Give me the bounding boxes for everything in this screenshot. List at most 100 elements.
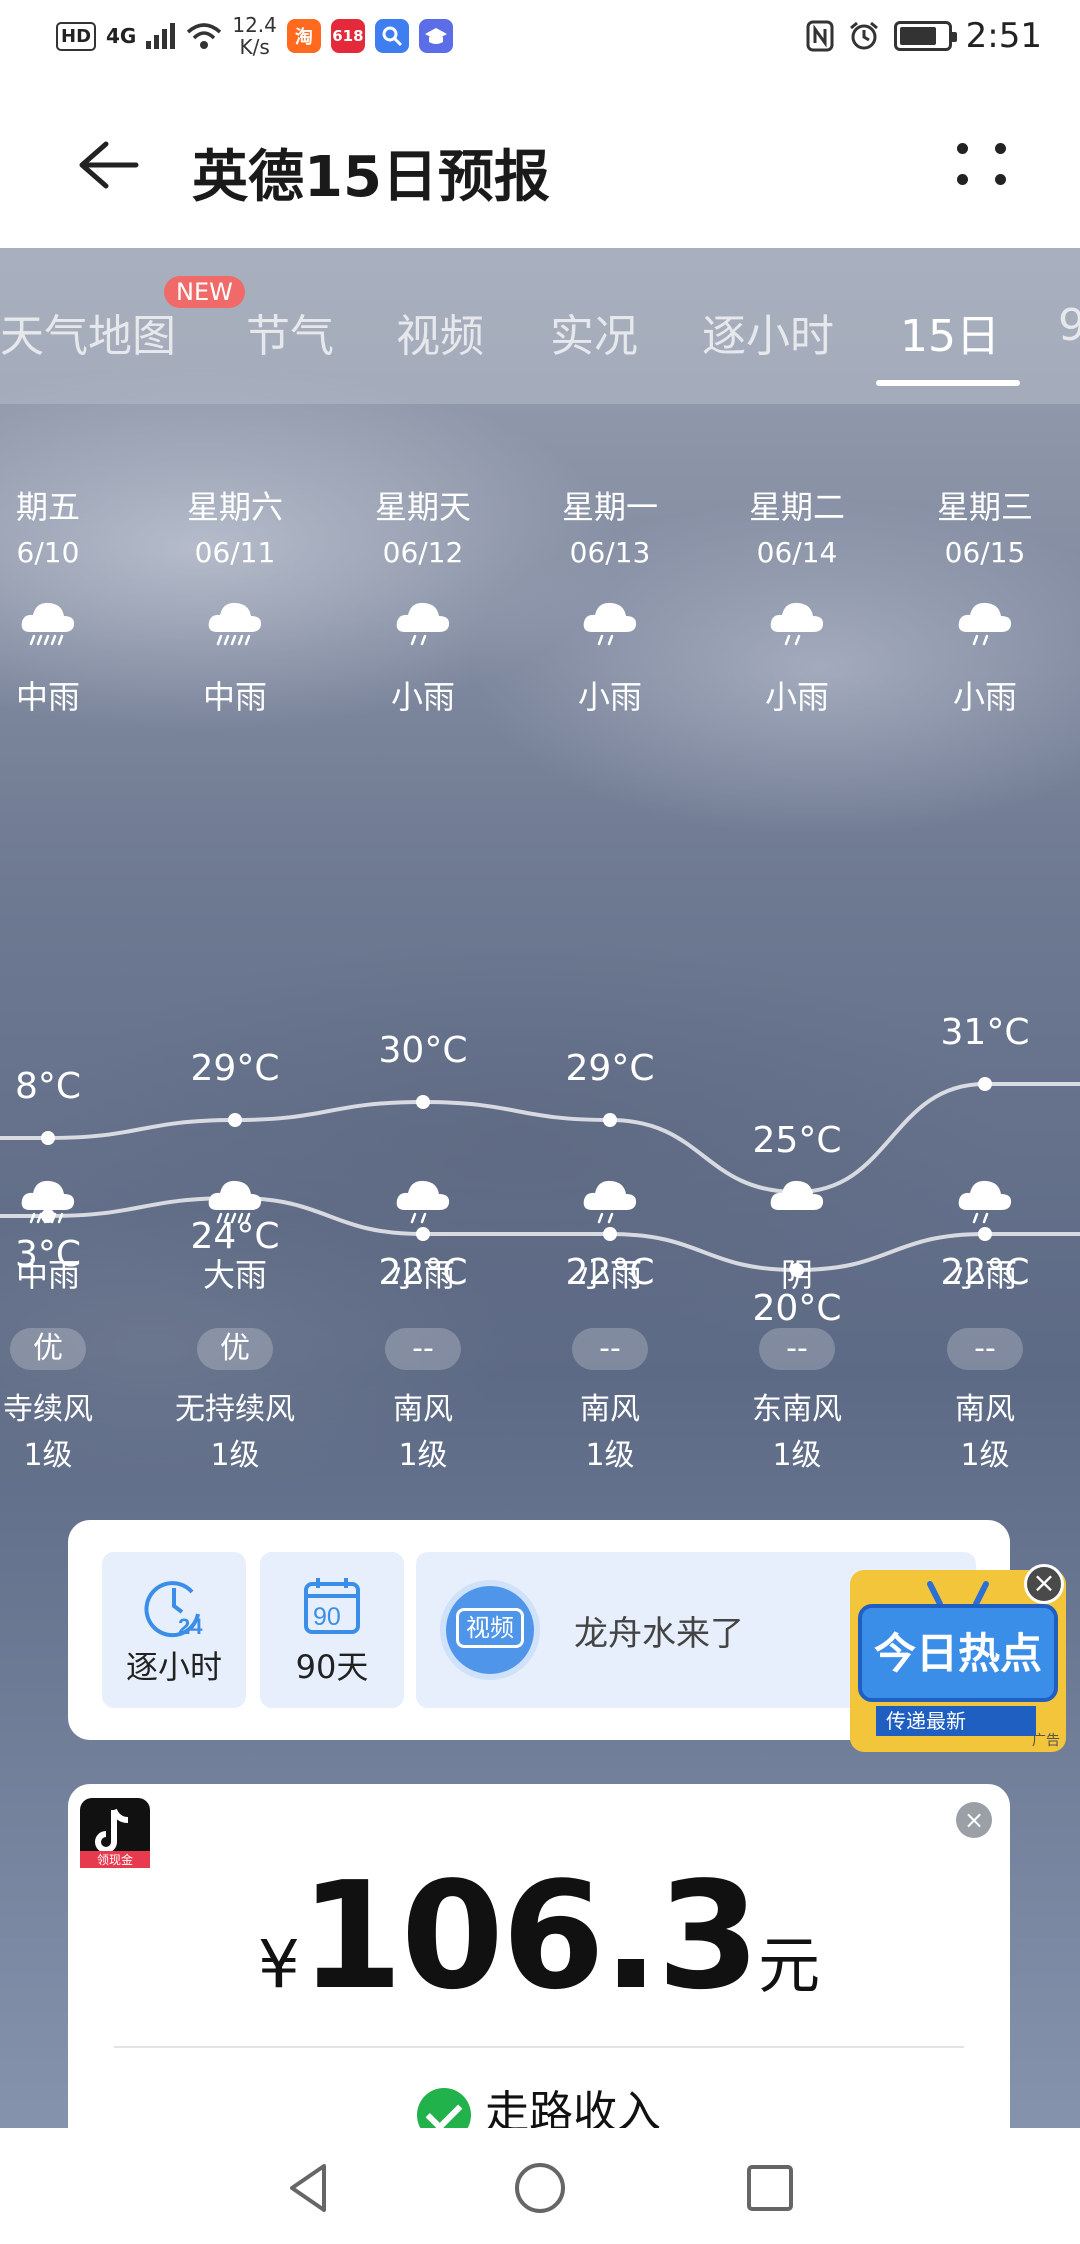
day-name: 星期二 [748, 488, 845, 526]
ad-tag: 广告 [1032, 1733, 1060, 1749]
hot-news-sub: 传递最新 [876, 1706, 1036, 1736]
day-condition: 小雨 [390, 678, 455, 716]
night-weather-icon [348, 1172, 498, 1226]
wind-direction: 东南风 [752, 1392, 842, 1427]
alarm-icon [849, 21, 878, 50]
day-name: 期五 [15, 488, 80, 526]
high-temp-label: 29°C [190, 1048, 280, 1089]
jd-618-app-icon: 618 [330, 19, 365, 53]
day-weather-icon [348, 594, 498, 648]
day-weather-icon [535, 594, 685, 648]
hourly-clock-icon: 24 [144, 1581, 203, 1638]
night-condition: 小雨 [390, 1256, 455, 1294]
night-condition: 小雨 [952, 1256, 1017, 1294]
more-options-icon[interactable] [954, 136, 1010, 192]
high-temp-label: 30°C [378, 1030, 468, 1071]
wind-level: 1级 [398, 1438, 448, 1473]
day-condition: 小雨 [952, 678, 1017, 716]
video-badge-icon: 视频 [440, 1580, 540, 1680]
reward-card[interactable]: 领现金 × ¥106.3元 走路收入 [68, 1784, 1010, 2128]
air-quality-badge: -- [947, 1328, 1023, 1370]
air-quality-badge: -- [572, 1328, 648, 1370]
back-arrow-icon[interactable] [70, 130, 140, 200]
wind-direction: 南风 [955, 1392, 1015, 1427]
90-day-tool-label: 90天 [295, 1648, 369, 1686]
hd-indicator: HD [56, 21, 97, 51]
wind-level: 1级 [585, 1438, 635, 1473]
reward-unit: 元 [758, 1929, 821, 2002]
low-temp-point [416, 1227, 430, 1241]
high-temp-point [416, 1095, 430, 1109]
forecast-panel: 天气地图 NEW 节气 视频 实况 逐小时 15日 9 期五 6/10 中雨 8… [0, 248, 1080, 2128]
edu-app-icon [418, 19, 453, 53]
clock: 2:51 [965, 16, 1042, 56]
day-weather-icon [0, 594, 123, 648]
hourly-tool-button[interactable]: 24 逐小时 [102, 1552, 246, 1708]
reward-divider [114, 2046, 964, 2048]
day-name: 星期天 [374, 488, 471, 526]
night-weather-icon [160, 1172, 310, 1226]
wind-direction: 无持续风 [175, 1392, 295, 1427]
high-temp-label: 25°C [752, 1120, 842, 1161]
nav-back-icon[interactable] [280, 2158, 340, 2218]
taobao-app-icon: 淘 [286, 19, 321, 53]
wind-direction: 寺续风 [3, 1392, 93, 1427]
svg-text:90: 90 [313, 1603, 341, 1631]
day-date: 06/14 [756, 536, 838, 569]
net-speed: 12.4 K/s [232, 14, 277, 58]
currency-symbol: ¥ [257, 1926, 300, 2003]
status-bar: HD 4G 12.4 K/s 淘 618 2:51 [0, 0, 1080, 80]
high-temp-label: 8°C [14, 1066, 82, 1107]
wind-level: 1级 [960, 1438, 1010, 1473]
day-date: 06/15 [944, 536, 1026, 569]
day-weather-icon [722, 594, 872, 648]
app-header: 英德15日预报 [0, 80, 1080, 248]
nfc-icon [806, 20, 834, 52]
night-weather-icon [0, 1172, 123, 1226]
nav-recents-icon[interactable] [740, 2158, 800, 2218]
air-quality-badge: -- [759, 1328, 835, 1370]
hourly-tool-label: 逐小时 [125, 1648, 222, 1686]
day-condition: 小雨 [577, 678, 642, 716]
hot-news-title: 今日热点 [873, 1629, 1042, 1678]
ad-close-button[interactable]: × [1024, 1564, 1064, 1604]
day-name: 星期六 [186, 488, 283, 526]
reward-value: 106.3 [299, 1850, 760, 2022]
net-speed-value: 12.4 [232, 13, 277, 37]
signal-icon [146, 23, 176, 49]
wifi-icon [187, 23, 222, 49]
air-quality-badge: 优 [197, 1328, 273, 1370]
air-quality-badge: -- [385, 1328, 461, 1370]
battery-icon [893, 21, 957, 51]
page-title: 英德15日预报 [192, 145, 550, 210]
high-temp-point [41, 1131, 55, 1145]
day-name: 星期一 [561, 488, 658, 526]
search-app-icon [374, 19, 409, 53]
video-badge-label: 视频 [456, 1608, 524, 1648]
day-weather-icon [160, 594, 310, 648]
reward-close-button[interactable]: × [956, 1802, 992, 1838]
reward-caption: 走路收入 [485, 2087, 661, 2128]
wind-level: 1级 [772, 1438, 822, 1473]
reward-amount: ¥106.3元 [68, 1850, 1010, 2022]
night-condition: 中雨 [15, 1256, 80, 1294]
day-date: 06/11 [194, 536, 276, 569]
wind-direction: 南风 [580, 1392, 640, 1427]
night-condition: 小雨 [577, 1256, 642, 1294]
nav-home-icon[interactable] [510, 2158, 570, 2218]
battery-fill [899, 27, 937, 45]
high-temp-point [603, 1113, 617, 1127]
night-weather-icon [722, 1172, 872, 1226]
calendar-icon: 90 [304, 1578, 360, 1634]
day-condition: 小雨 [764, 678, 829, 716]
news-headline: 龙舟水来了 [574, 1614, 744, 1654]
net-speed-unit: K/s [239, 35, 270, 59]
day-date: 06/13 [569, 536, 651, 569]
90-day-tool-button[interactable]: 90 90天 [260, 1552, 404, 1708]
day-weather-icon [910, 594, 1060, 648]
check-icon [417, 2088, 471, 2128]
day-date: 06/12 [382, 536, 464, 569]
night-weather-icon [910, 1172, 1060, 1226]
day-condition: 中雨 [15, 678, 80, 716]
high-temp-point [228, 1113, 242, 1127]
